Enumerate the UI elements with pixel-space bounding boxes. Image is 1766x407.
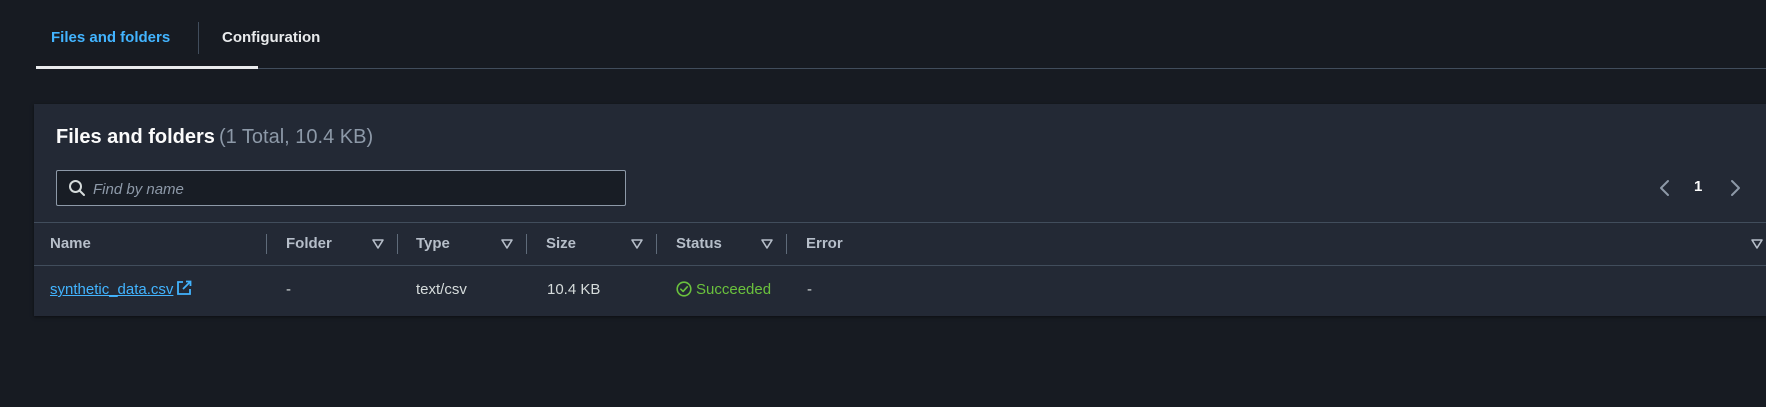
- search-field: [56, 170, 626, 207]
- search-icon: [69, 180, 85, 196]
- tab-divider: [198, 22, 199, 54]
- column-header-name[interactable]: Name: [50, 223, 91, 265]
- sort-caret-icon[interactable]: [500, 237, 514, 251]
- column-separator[interactable]: [266, 234, 267, 254]
- pagination: 1: [1646, 174, 1766, 202]
- file-name-link[interactable]: synthetic_data.csv: [50, 281, 173, 298]
- status-cell: Succeeded: [676, 265, 771, 315]
- sort-caret-icon[interactable]: [630, 237, 644, 251]
- column-header-type[interactable]: Type: [416, 223, 450, 265]
- column-separator[interactable]: [656, 234, 657, 254]
- search-input[interactable]: [91, 171, 615, 207]
- column-header-size[interactable]: Size: [546, 223, 576, 265]
- column-header-error[interactable]: Error: [806, 223, 843, 265]
- sort-caret-icon[interactable]: [371, 237, 385, 251]
- active-tab-indicator: [36, 66, 258, 69]
- tab-bar: Files and folders Configuration: [36, 0, 1766, 69]
- files-and-folders-panel: Files and folders(1 Total, 10.4 KB) 1 Na…: [34, 104, 1766, 316]
- column-separator[interactable]: [397, 234, 398, 254]
- size-cell: 10.4 KB: [547, 281, 601, 298]
- external-link-icon[interactable]: [176, 280, 192, 296]
- sort-caret-icon[interactable]: [1750, 237, 1764, 251]
- panel-title-text: Files and folders: [56, 126, 215, 148]
- tab-configuration[interactable]: Configuration: [222, 0, 320, 68]
- folder-cell: -: [286, 281, 291, 298]
- sort-caret-icon[interactable]: [760, 237, 774, 251]
- table-header: Name Folder Type Size Status Error: [34, 222, 1766, 266]
- column-separator[interactable]: [786, 234, 787, 254]
- check-circle-icon: [676, 281, 692, 297]
- panel-count: (1 Total, 10.4 KB): [218, 126, 374, 148]
- error-cell: -: [807, 281, 812, 298]
- column-header-folder[interactable]: Folder: [286, 223, 332, 265]
- panel-title: Files and folders (1 Total, 10.4 KB): [56, 126, 373, 149]
- table-row: synthetic_data.csv - text/csv 10.4 KB Su…: [34, 265, 1766, 315]
- tab-files-and-folders[interactable]: Files and folders: [51, 0, 170, 68]
- type-cell: text/csv: [416, 281, 467, 298]
- chevron-right-icon[interactable]: [1726, 178, 1744, 198]
- chevron-left-icon[interactable]: [1656, 178, 1674, 198]
- column-separator[interactable]: [526, 234, 527, 254]
- column-header-status[interactable]: Status: [676, 223, 722, 265]
- file-name-cell: synthetic_data.csv: [50, 265, 192, 315]
- status-text: Succeeded: [696, 281, 772, 298]
- page-number[interactable]: 1: [1694, 178, 1702, 195]
